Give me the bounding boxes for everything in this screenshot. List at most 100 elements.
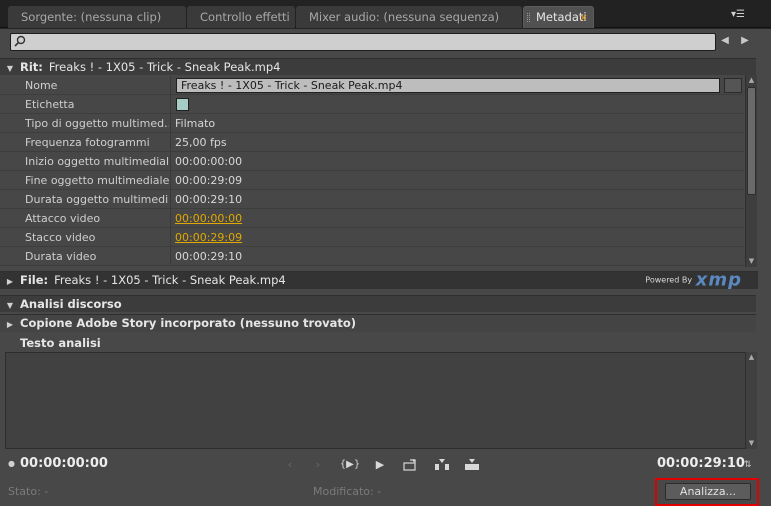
property-value: 25,00 fps	[175, 136, 227, 149]
metadata-panel: ◀ ▶ ▼ Rit: Freaks ! - 1X05 - Trick - Sneak…	[0, 29, 771, 506]
xmp-logo: Powered By xmp	[645, 269, 742, 291]
step-forward-icon[interactable]: ›	[308, 457, 328, 473]
analyze-button[interactable]: Analizza...	[665, 483, 751, 500]
loop-icon[interactable]	[400, 457, 420, 473]
panel-menu-icon[interactable]: ▾☰	[731, 9, 745, 20]
tab-source-label: Sorgente: (nessuna clip)	[21, 10, 162, 24]
column-divider	[170, 76, 171, 95]
property-row-name: Nome Freaks ! - 1X05 - Trick - Sneak Pea…	[0, 76, 744, 95]
analysis-text-header: Testo analisi	[0, 335, 756, 353]
panel-tab-bar: Sorgente: (nessuna clip) Controllo effet…	[0, 0, 771, 28]
file-section-subtitle: Freaks ! - 1X05 - Trick - Sneak Peak.mp4	[54, 273, 286, 287]
name-field-button[interactable]	[724, 78, 742, 93]
label-color-swatch[interactable]	[176, 98, 189, 111]
file-section-title: File:	[20, 273, 49, 287]
property-label: Stacco video	[25, 231, 96, 244]
property-row-label: Etichetta	[0, 95, 744, 114]
property-label: Nome	[25, 79, 58, 92]
adobe-story-header[interactable]: ▶ Copione Adobe Story incorporato (nessun…	[0, 314, 756, 332]
property-value: 00:00:29:09	[175, 174, 243, 187]
scroll-up-icon[interactable]: ▲	[746, 352, 757, 363]
collapse-triangle-icon[interactable]: ▼	[0, 298, 20, 314]
timecode-duration[interactable]: 00:00:29:10	[657, 456, 745, 471]
scroll-up-icon[interactable]: ▲	[746, 75, 757, 86]
close-icon[interactable]: ×	[579, 7, 588, 28]
clip-section-header[interactable]: ▼ Rit: Freaks ! - 1X05 - Trick - Sneak Pea…	[0, 58, 756, 75]
transport-bar: ● 00:00:00:00 ‹ › {▶} ▶ 00:00:29:10 ⇅	[0, 453, 771, 477]
property-row-media-start: Inizio oggetto multimediale 00:00:00:00	[0, 152, 744, 171]
property-label: Durata oggetto multimedi...	[25, 193, 169, 206]
search-field[interactable]	[10, 33, 716, 51]
insert-icon[interactable]	[432, 457, 452, 473]
column-divider	[170, 190, 171, 209]
play-icon[interactable]: ▶	[370, 457, 390, 473]
previous-arrow-icon[interactable]: ◀	[718, 33, 732, 49]
property-label: Tipo di oggetto multimed...	[25, 117, 169, 130]
property-label: Durata video	[25, 250, 97, 263]
expand-triangle-icon[interactable]: ▶	[0, 274, 20, 290]
property-label: Fine oggetto multimediale	[25, 174, 169, 187]
property-row-media-duration: Durata oggetto multimedi... 00:00:29:10	[0, 190, 744, 209]
adobe-story-title: Copione Adobe Story incorporato (nessuno…	[20, 316, 356, 330]
name-field[interactable]: Freaks ! - 1X05 - Trick - Sneak Peak.mp4	[176, 78, 720, 93]
speech-analysis-header[interactable]: ▼ Analisi discorso	[0, 295, 756, 312]
property-row-video-duration: Durata video 00:00:29:10	[0, 247, 744, 266]
settings-icon[interactable]: ⇅	[744, 460, 752, 470]
analysis-text-area[interactable]	[5, 352, 756, 449]
column-divider	[170, 152, 171, 171]
grip-icon	[527, 13, 530, 22]
property-value: 00:00:29:10	[175, 250, 243, 263]
column-divider	[170, 228, 171, 247]
property-value: Filmato	[175, 117, 216, 130]
step-back-icon[interactable]: ‹	[280, 457, 300, 473]
scroll-down-icon[interactable]: ▼	[746, 438, 757, 449]
property-value: 00:00:29:10	[175, 193, 243, 206]
powered-by-text: Powered By	[645, 275, 693, 285]
timecode-current[interactable]: 00:00:00:00	[20, 456, 108, 471]
column-divider	[170, 209, 171, 228]
property-row-video-in: Attacco video 00:00:00:00	[0, 209, 744, 228]
column-divider	[170, 114, 171, 133]
expand-triangle-icon[interactable]: ▶	[0, 317, 20, 333]
property-label: Attacco video	[25, 212, 101, 225]
properties-scrollbar[interactable]: ▲ ▼	[745, 75, 757, 267]
property-row-media-type: Tipo di oggetto multimed... Filmato	[0, 114, 744, 133]
column-divider	[170, 171, 171, 190]
column-divider	[170, 95, 171, 114]
tab-audio-mixer[interactable]: Mixer audio: (nessuna sequenza)	[296, 6, 522, 28]
next-arrow-icon[interactable]: ▶	[738, 33, 752, 49]
column-divider	[170, 247, 171, 266]
file-section-header[interactable]: ▶ File: Freaks ! - 1X05 - Trick - Sneak Pe…	[0, 271, 758, 289]
status-text: Stato: -	[8, 485, 49, 498]
search-icon	[14, 35, 26, 47]
property-row-media-end: Fine oggetto multimediale 00:00:29:09	[0, 171, 744, 190]
clip-section-subtitle: Freaks ! - 1X05 - Trick - Sneak Peak.mp4	[48, 60, 281, 74]
tab-effect-controls-label: Controllo effetti	[200, 10, 290, 24]
xmp-mark: xmp	[695, 269, 742, 291]
property-row-frame-rate: Frequenza fotogrammi 25,00 fps	[0, 133, 744, 152]
property-label: Frequenza fotogrammi	[25, 136, 150, 149]
video-in-timecode[interactable]: 00:00:00:00	[175, 209, 242, 228]
play-in-to-out-icon[interactable]: {▶}	[338, 457, 362, 473]
tab-source[interactable]: Sorgente: (nessuna clip)	[8, 6, 186, 28]
clip-section-title: Rit:	[20, 60, 43, 74]
analysis-text-title: Testo analisi	[20, 336, 101, 350]
speech-analysis-title: Analisi discorso	[20, 297, 122, 311]
property-label: Inizio oggetto multimediale	[25, 155, 169, 168]
status-bar: Stato: - Modificato: - Analizza...	[0, 478, 771, 506]
scroll-thumb[interactable]	[747, 87, 756, 195]
clip-properties-list: Nome Freaks ! - 1X05 - Trick - Sneak Pea…	[0, 76, 744, 267]
overwrite-icon[interactable]	[462, 457, 482, 473]
tab-audio-mixer-label: Mixer audio: (nessuna sequenza)	[309, 10, 500, 24]
modified-text: Modificato: -	[313, 485, 382, 498]
collapse-triangle-icon[interactable]: ▼	[0, 61, 20, 77]
playhead-marker-icon[interactable]: ●	[8, 459, 15, 468]
tab-effect-controls[interactable]: Controllo effetti	[187, 6, 295, 28]
video-out-timecode[interactable]: 00:00:29:09	[175, 228, 242, 247]
tab-metadata[interactable]: Metadati ×	[523, 6, 594, 28]
property-value: 00:00:00:00	[175, 155, 243, 168]
analysis-scrollbar[interactable]: ▲ ▼	[745, 352, 757, 449]
scroll-down-icon[interactable]: ▼	[746, 256, 757, 267]
property-label: Etichetta	[25, 98, 75, 111]
property-row-video-out: Stacco video 00:00:29:09	[0, 228, 744, 247]
